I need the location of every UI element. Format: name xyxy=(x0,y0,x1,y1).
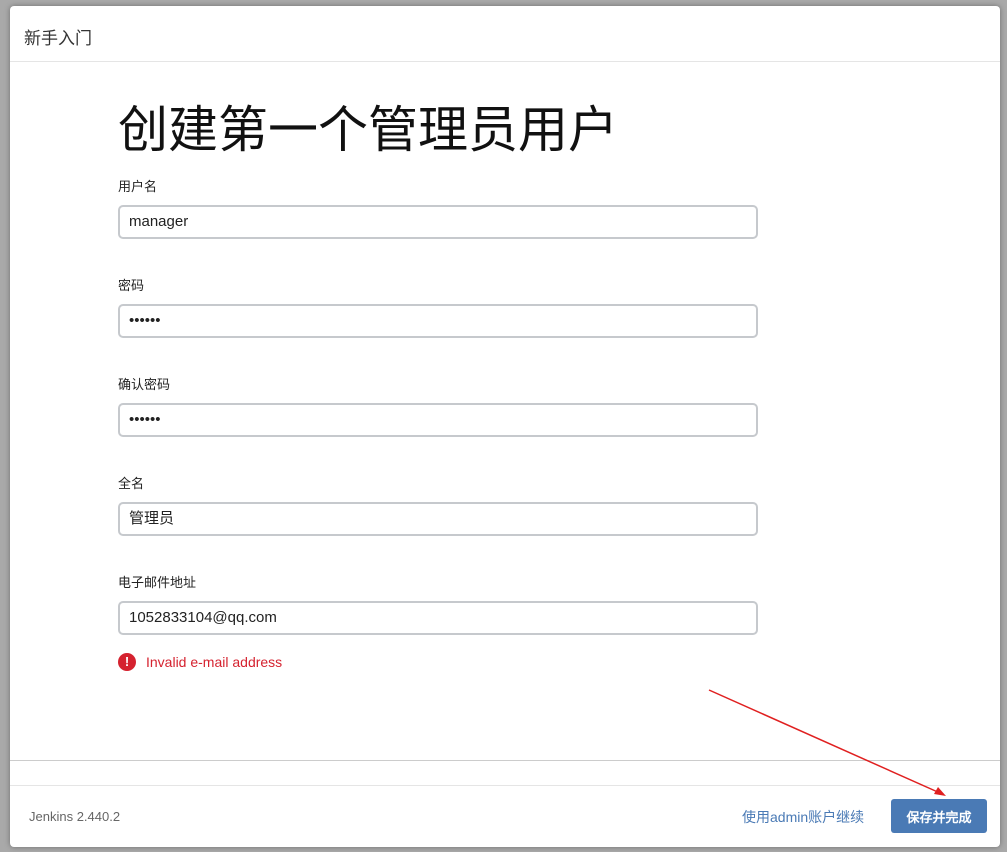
annotation-arrow-icon xyxy=(708,689,946,796)
